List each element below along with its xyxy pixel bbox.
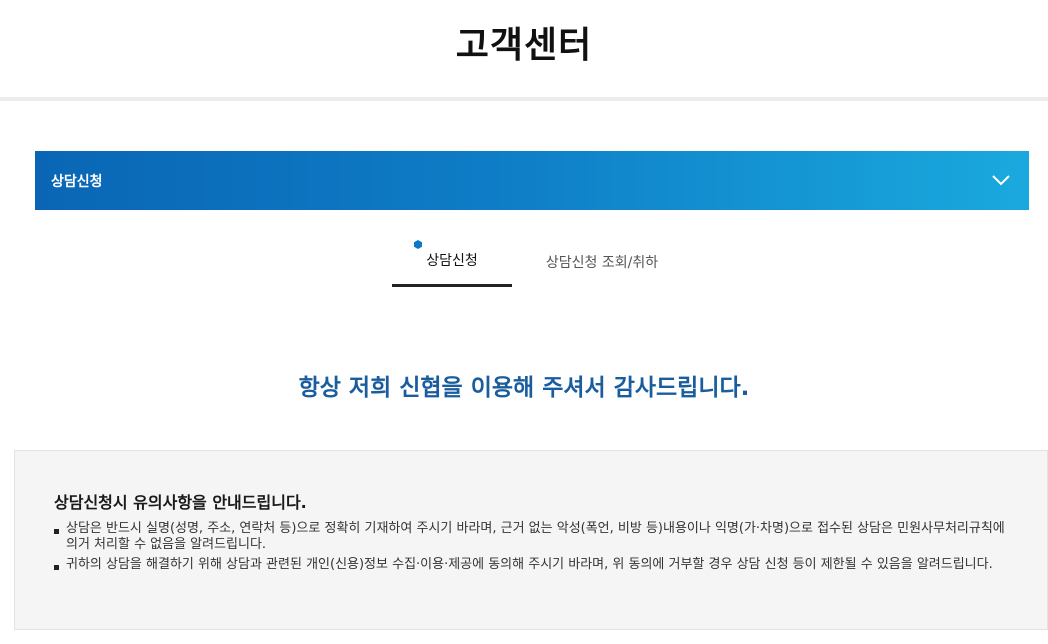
- tab-label: 상담신청: [426, 253, 478, 269]
- bullet-icon: [54, 565, 59, 570]
- tab-consultation-inquiry-cancel[interactable]: 상담신청 조회/취하: [512, 236, 692, 287]
- notice-item: 귀하의 상담을 해결하기 위해 상담과 관련된 개인(신용)정보 수집·이용·제…: [54, 557, 1014, 573]
- page-title: 고객센터: [455, 25, 593, 66]
- notice-title: 상담신청시 유의사항을 안내드립니다.: [54, 493, 307, 512]
- greeting-message: 항상 저희 신협을 이용해 주셔서 감사드립니다.: [298, 375, 750, 401]
- consultation-accordion[interactable]: 상담신청: [35, 151, 1029, 210]
- notice-item: 상담은 반드시 실명(성명, 주소, 연락처 등)으로 정확히 기재하여 주시기…: [54, 521, 1014, 553]
- tab-consultation-request[interactable]: 상담신청: [392, 236, 512, 287]
- accordion-label: 상담신청: [51, 173, 103, 190]
- chevron-down-icon[interactable]: [991, 171, 1011, 191]
- active-tab-marker-icon: [414, 240, 422, 249]
- notice-box: 상담신청시 유의사항을 안내드립니다. 상담은 반드시 실명(성명, 주소, 연…: [14, 450, 1048, 630]
- tab-bar: 상담신청 상담신청 조회/취하: [392, 236, 692, 288]
- notice-list: 상담은 반드시 실명(성명, 주소, 연락처 등)으로 정확히 기재하여 주시기…: [54, 521, 1014, 577]
- tab-label: 상담신청 조회/취하: [545, 254, 659, 271]
- bullet-icon: [54, 529, 59, 534]
- notice-item-text: 상담은 반드시 실명(성명, 주소, 연락처 등)으로 정확히 기재하여 주시기…: [66, 521, 1005, 552]
- customer-center-page: 고객센터 상담신청 상담신청 상담신청 조회/취하 항상 저희 신협을 이용해 …: [0, 0, 1048, 644]
- notice-item-text: 귀하의 상담을 해결하기 위해 상담과 관련된 개인(신용)정보 수집·이용·제…: [66, 557, 993, 572]
- header-divider: [0, 97, 1048, 101]
- page-header: 고객센터: [0, 0, 1048, 98]
